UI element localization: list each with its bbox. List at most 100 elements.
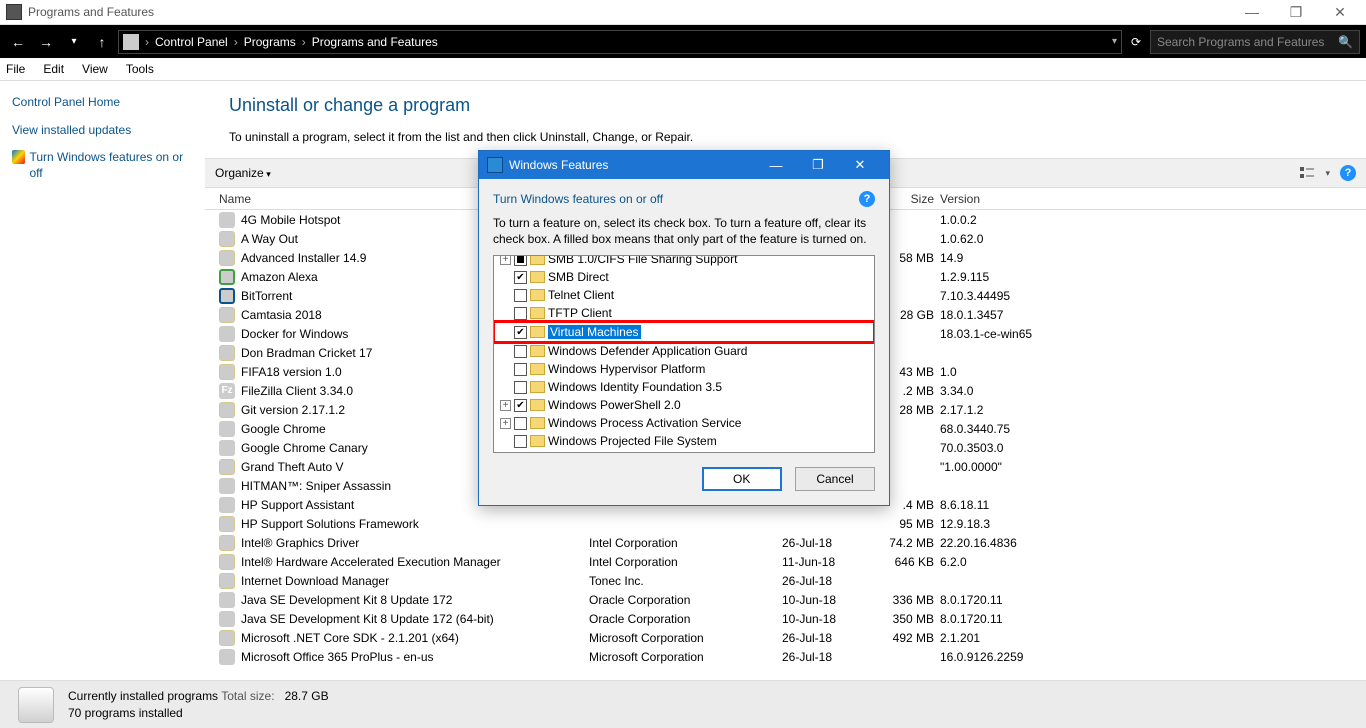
feature-checkbox[interactable] [514,289,527,302]
expander-icon[interactable]: + [500,418,511,429]
minimize-button[interactable]: — [1232,1,1272,23]
menu-edit[interactable]: Edit [43,62,64,76]
help-icon[interactable]: ? [1340,165,1356,181]
status-title: Currently installed programs [68,689,218,703]
expander-icon[interactable]: + [500,256,511,265]
feature-item[interactable]: +SMB 1.0/CIFS File Sharing Support [494,256,874,268]
program-icon [219,611,235,627]
feature-checkbox[interactable] [514,435,527,448]
feature-checkbox[interactable] [514,345,527,358]
feature-checkbox[interactable] [514,363,527,376]
feature-item[interactable]: Telnet Client [494,286,874,304]
view-options-button[interactable] [1299,165,1315,181]
feature-checkbox[interactable] [514,326,527,339]
close-button[interactable]: ✕ [1320,1,1360,23]
dialog-help-icon[interactable]: ? [859,191,875,207]
program-version: 6.2.0 [940,555,1120,569]
feature-item[interactable]: Windows Projected File System [494,432,874,450]
recent-dropdown[interactable]: ▾ [62,30,86,54]
forward-button[interactable]: → [34,30,58,54]
ok-button[interactable]: OK [702,467,782,491]
program-row[interactable]: Java SE Development Kit 8 Update 172Orac… [205,590,1366,609]
feature-item[interactable]: Windows Subsystem for Linux [494,450,874,452]
expander-spacer [500,308,511,319]
feature-item[interactable]: + Windows Process Activation Service [494,414,874,432]
window-title: Programs and Features [28,5,154,19]
program-publisher: Intel Corporation [589,536,782,550]
view-dropdown-icon[interactable]: ▾ [1325,168,1330,179]
dialog-title-bar[interactable]: Windows Features — ❐ ✕ [479,151,889,179]
program-size: 492 MB [877,631,940,645]
menu-view[interactable]: View [82,62,108,76]
dialog-close-button[interactable]: ✕ [839,157,881,173]
link-control-panel-home[interactable]: Control Panel Home [12,95,193,111]
feature-checkbox[interactable] [514,307,527,320]
folder-icon [530,381,545,393]
menu-tools[interactable]: Tools [126,62,154,76]
program-icon [219,345,235,361]
page-description: To uninstall a program, select it from t… [205,130,1366,144]
program-name: Intel® Hardware Accelerated Execution Ma… [241,555,589,569]
program-row[interactable]: HP Support Solutions Framework95 MB12.9.… [205,514,1366,533]
folder-icon [530,326,545,338]
breadcrumb-dropdown-icon[interactable]: ▾ [1112,36,1117,47]
feature-checkbox[interactable] [514,417,527,430]
program-version: 7.10.3.44495 [940,289,1120,303]
breadcrumb[interactable]: › Control Panel › Programs › Programs an… [118,30,1122,54]
link-view-installed-updates[interactable]: View installed updates [12,123,193,139]
feature-checkbox[interactable] [514,399,527,412]
program-row[interactable]: Internet Download ManagerTonec Inc.26-Ju… [205,571,1366,590]
feature-checkbox[interactable] [514,271,527,284]
feature-checkbox[interactable] [514,381,527,394]
program-row[interactable]: Microsoft Office 365 ProPlus - en-usMicr… [205,647,1366,666]
feature-item[interactable]: SMB Direct [494,268,874,286]
program-icon [219,497,235,513]
program-size: 350 MB [877,612,940,626]
features-treeview[interactable]: +SMB 1.0/CIFS File Sharing SupportSMB Di… [493,255,875,453]
program-row[interactable]: Intel® Graphics DriverIntel Corporation2… [205,533,1366,552]
program-icon [219,573,235,589]
program-row[interactable]: Java SE Development Kit 8 Update 172 (64… [205,609,1366,628]
program-size: 95 MB [877,517,940,531]
feature-item[interactable]: TFTP Client [494,304,874,322]
dialog-maximize-button[interactable]: ❐ [797,157,839,173]
crumb-programs[interactable]: Programs [244,35,296,49]
link-turn-windows-features[interactable]: Turn Windows features on or off [29,150,193,181]
crumb-control-panel[interactable]: Control Panel [155,35,228,49]
program-name: Java SE Development Kit 8 Update 172 [241,593,589,607]
address-bar: ← → ▾ ↑ › Control Panel › Programs › Pro… [0,25,1366,58]
up-button[interactable]: ↑ [90,30,114,54]
col-version[interactable]: Version [940,192,1120,206]
feature-checkbox[interactable] [514,256,527,266]
feature-item[interactable]: Windows Hypervisor Platform [494,360,874,378]
cancel-button[interactable]: Cancel [795,467,875,491]
feature-item[interactable]: Windows Defender Application Guard [494,342,874,360]
feature-item[interactable]: Virtual Machines [494,322,874,342]
expander-icon[interactable]: + [500,400,511,411]
program-version: "1.00.0000" [940,460,1120,474]
status-count: 70 programs installed [68,705,329,722]
program-publisher: Oracle Corporation [589,612,782,626]
program-publisher: Microsoft Corporation [589,650,782,664]
feature-label: Windows Defender Application Guard [548,344,747,358]
dialog-description: To turn a feature on, select its check b… [493,215,875,247]
program-icon [219,554,235,570]
program-publisher: Microsoft Corporation [589,631,782,645]
program-version: 3.34.0 [940,384,1120,398]
feature-item[interactable]: +Windows PowerShell 2.0 [494,396,874,414]
menu-file[interactable]: File [6,62,25,76]
feature-label: Windows Process Activation Service [548,416,741,430]
back-button[interactable]: ← [6,30,30,54]
program-version: 68.0.3440.75 [940,422,1120,436]
program-row[interactable]: Microsoft .NET Core SDK - 2.1.201 (x64)M… [205,628,1366,647]
crumb-programs-features[interactable]: Programs and Features [312,35,438,49]
feature-label: TFTP Client [548,306,612,320]
dialog-title-text: Windows Features [509,158,755,172]
feature-item[interactable]: Windows Identity Foundation 3.5 [494,378,874,396]
search-input[interactable]: Search Programs and Features 🔍 [1150,30,1360,54]
refresh-button[interactable]: ⟳ [1126,35,1146,49]
dialog-minimize-button[interactable]: — [755,158,797,173]
program-row[interactable]: Intel® Hardware Accelerated Execution Ma… [205,552,1366,571]
maximize-button[interactable]: ❐ [1276,1,1316,23]
organize-button[interactable]: Organize [215,166,271,180]
